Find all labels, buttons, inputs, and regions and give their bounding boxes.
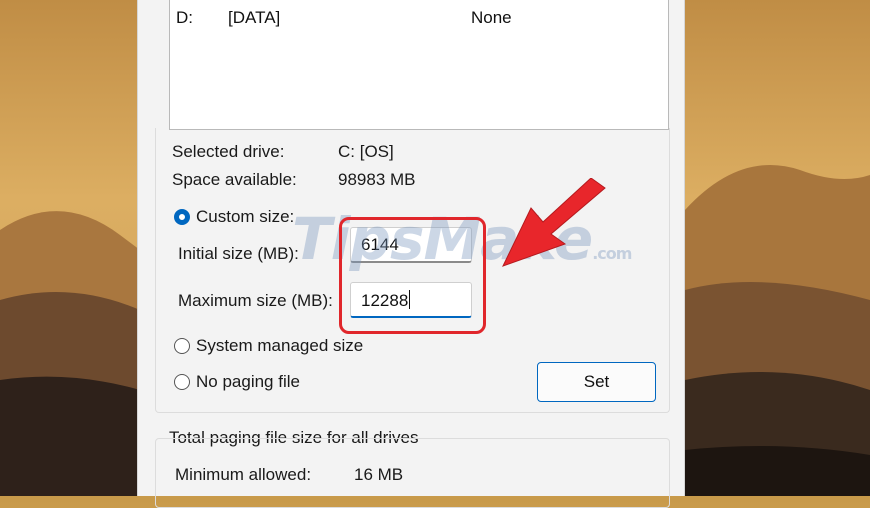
selected-drive-label: Selected drive: [172, 142, 285, 161]
no-paging-radio[interactable] [174, 374, 190, 390]
drive-label[interactable]: [DATA] [228, 8, 280, 28]
selected-drive-value: C: [OS] [338, 142, 394, 161]
set-button[interactable]: Set [537, 362, 656, 402]
system-managed-radio[interactable] [174, 338, 190, 354]
no-paging-label[interactable]: No paging file [196, 372, 300, 392]
initial-size-label: Initial size (MB): [178, 244, 299, 263]
space-available-value: 98983 MB [338, 170, 416, 189]
red-arrow-icon [502, 178, 606, 267]
input-highlight-box [339, 217, 486, 334]
custom-size-label[interactable]: Custom size: [196, 207, 294, 227]
minimum-allowed-label: Minimum allowed: [175, 465, 312, 484]
space-available-label: Space available: [172, 170, 297, 189]
drive-list[interactable]: D: [DATA] None [169, 0, 669, 130]
custom-size-radio[interactable] [174, 209, 190, 225]
drive-letter[interactable]: D: [176, 8, 193, 28]
totals-group: Minimum allowed: 16 MB [155, 438, 670, 508]
minimum-allowed-value: 16 MB [354, 465, 404, 484]
maximum-size-label: Maximum size (MB): [178, 291, 333, 310]
drive-paging-size[interactable]: None [471, 8, 512, 28]
system-managed-label[interactable]: System managed size [196, 336, 363, 356]
